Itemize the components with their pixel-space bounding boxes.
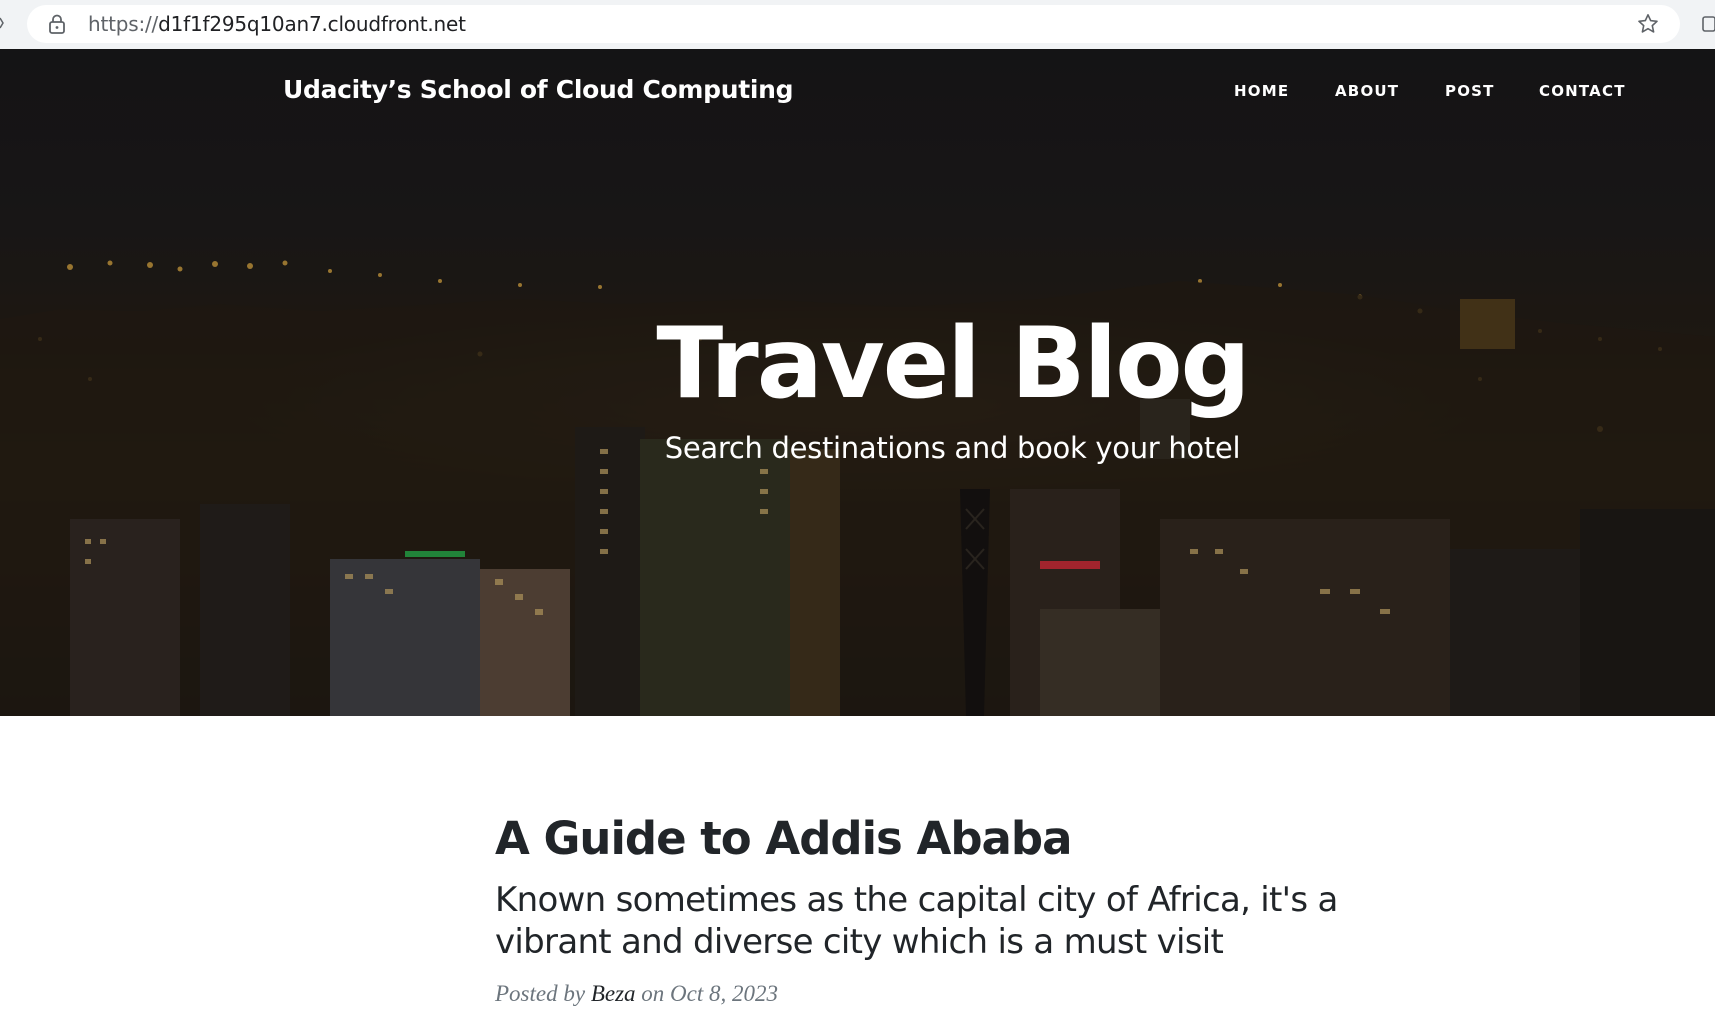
hero-title: Travel Blog (656, 307, 1250, 421)
url-protocol: https:// (88, 12, 159, 36)
post-meta-on: on (641, 981, 665, 1006)
nav-home-link[interactable]: HOME (1234, 82, 1289, 100)
bookmark-star-icon[interactable] (1636, 12, 1660, 36)
nav-post-link[interactable]: POST (1445, 82, 1495, 100)
lock-icon[interactable] (48, 14, 66, 34)
post-meta-prefix: Posted by (495, 981, 586, 1006)
hero-subtitle: Search destinations and book your hotel (664, 431, 1241, 465)
extensions-edge-icon[interactable] (1701, 14, 1715, 34)
post-meta: Posted by Beza on Oct 8, 2023 (495, 981, 778, 1007)
post-date: Oct 8, 2023 (670, 981, 778, 1006)
post-subtitle-link[interactable]: Known sometimes as the capital city of A… (495, 879, 1425, 963)
nav-contact-link[interactable]: CONTACT (1539, 82, 1626, 100)
post-author-link[interactable]: Beza (591, 981, 636, 1006)
nav-about-link[interactable]: ABOUT (1335, 82, 1399, 100)
main-nav: HOME ABOUT POST CONTACT (0, 82, 1715, 102)
url-text[interactable]: https://d1f1f295q10an7.cloudfront.net (88, 12, 466, 36)
hero-header: Udacity’s School of Cloud Computing HOME… (0, 49, 1715, 716)
back-edge-icon[interactable] (0, 16, 4, 30)
browser-toolbar: https://d1f1f295q10an7.cloudfront.net (0, 0, 1715, 49)
post-title-link[interactable]: A Guide to Addis Ababa (495, 812, 1072, 865)
url-host: d1f1f295q10an7.cloudfront.net (158, 12, 466, 36)
